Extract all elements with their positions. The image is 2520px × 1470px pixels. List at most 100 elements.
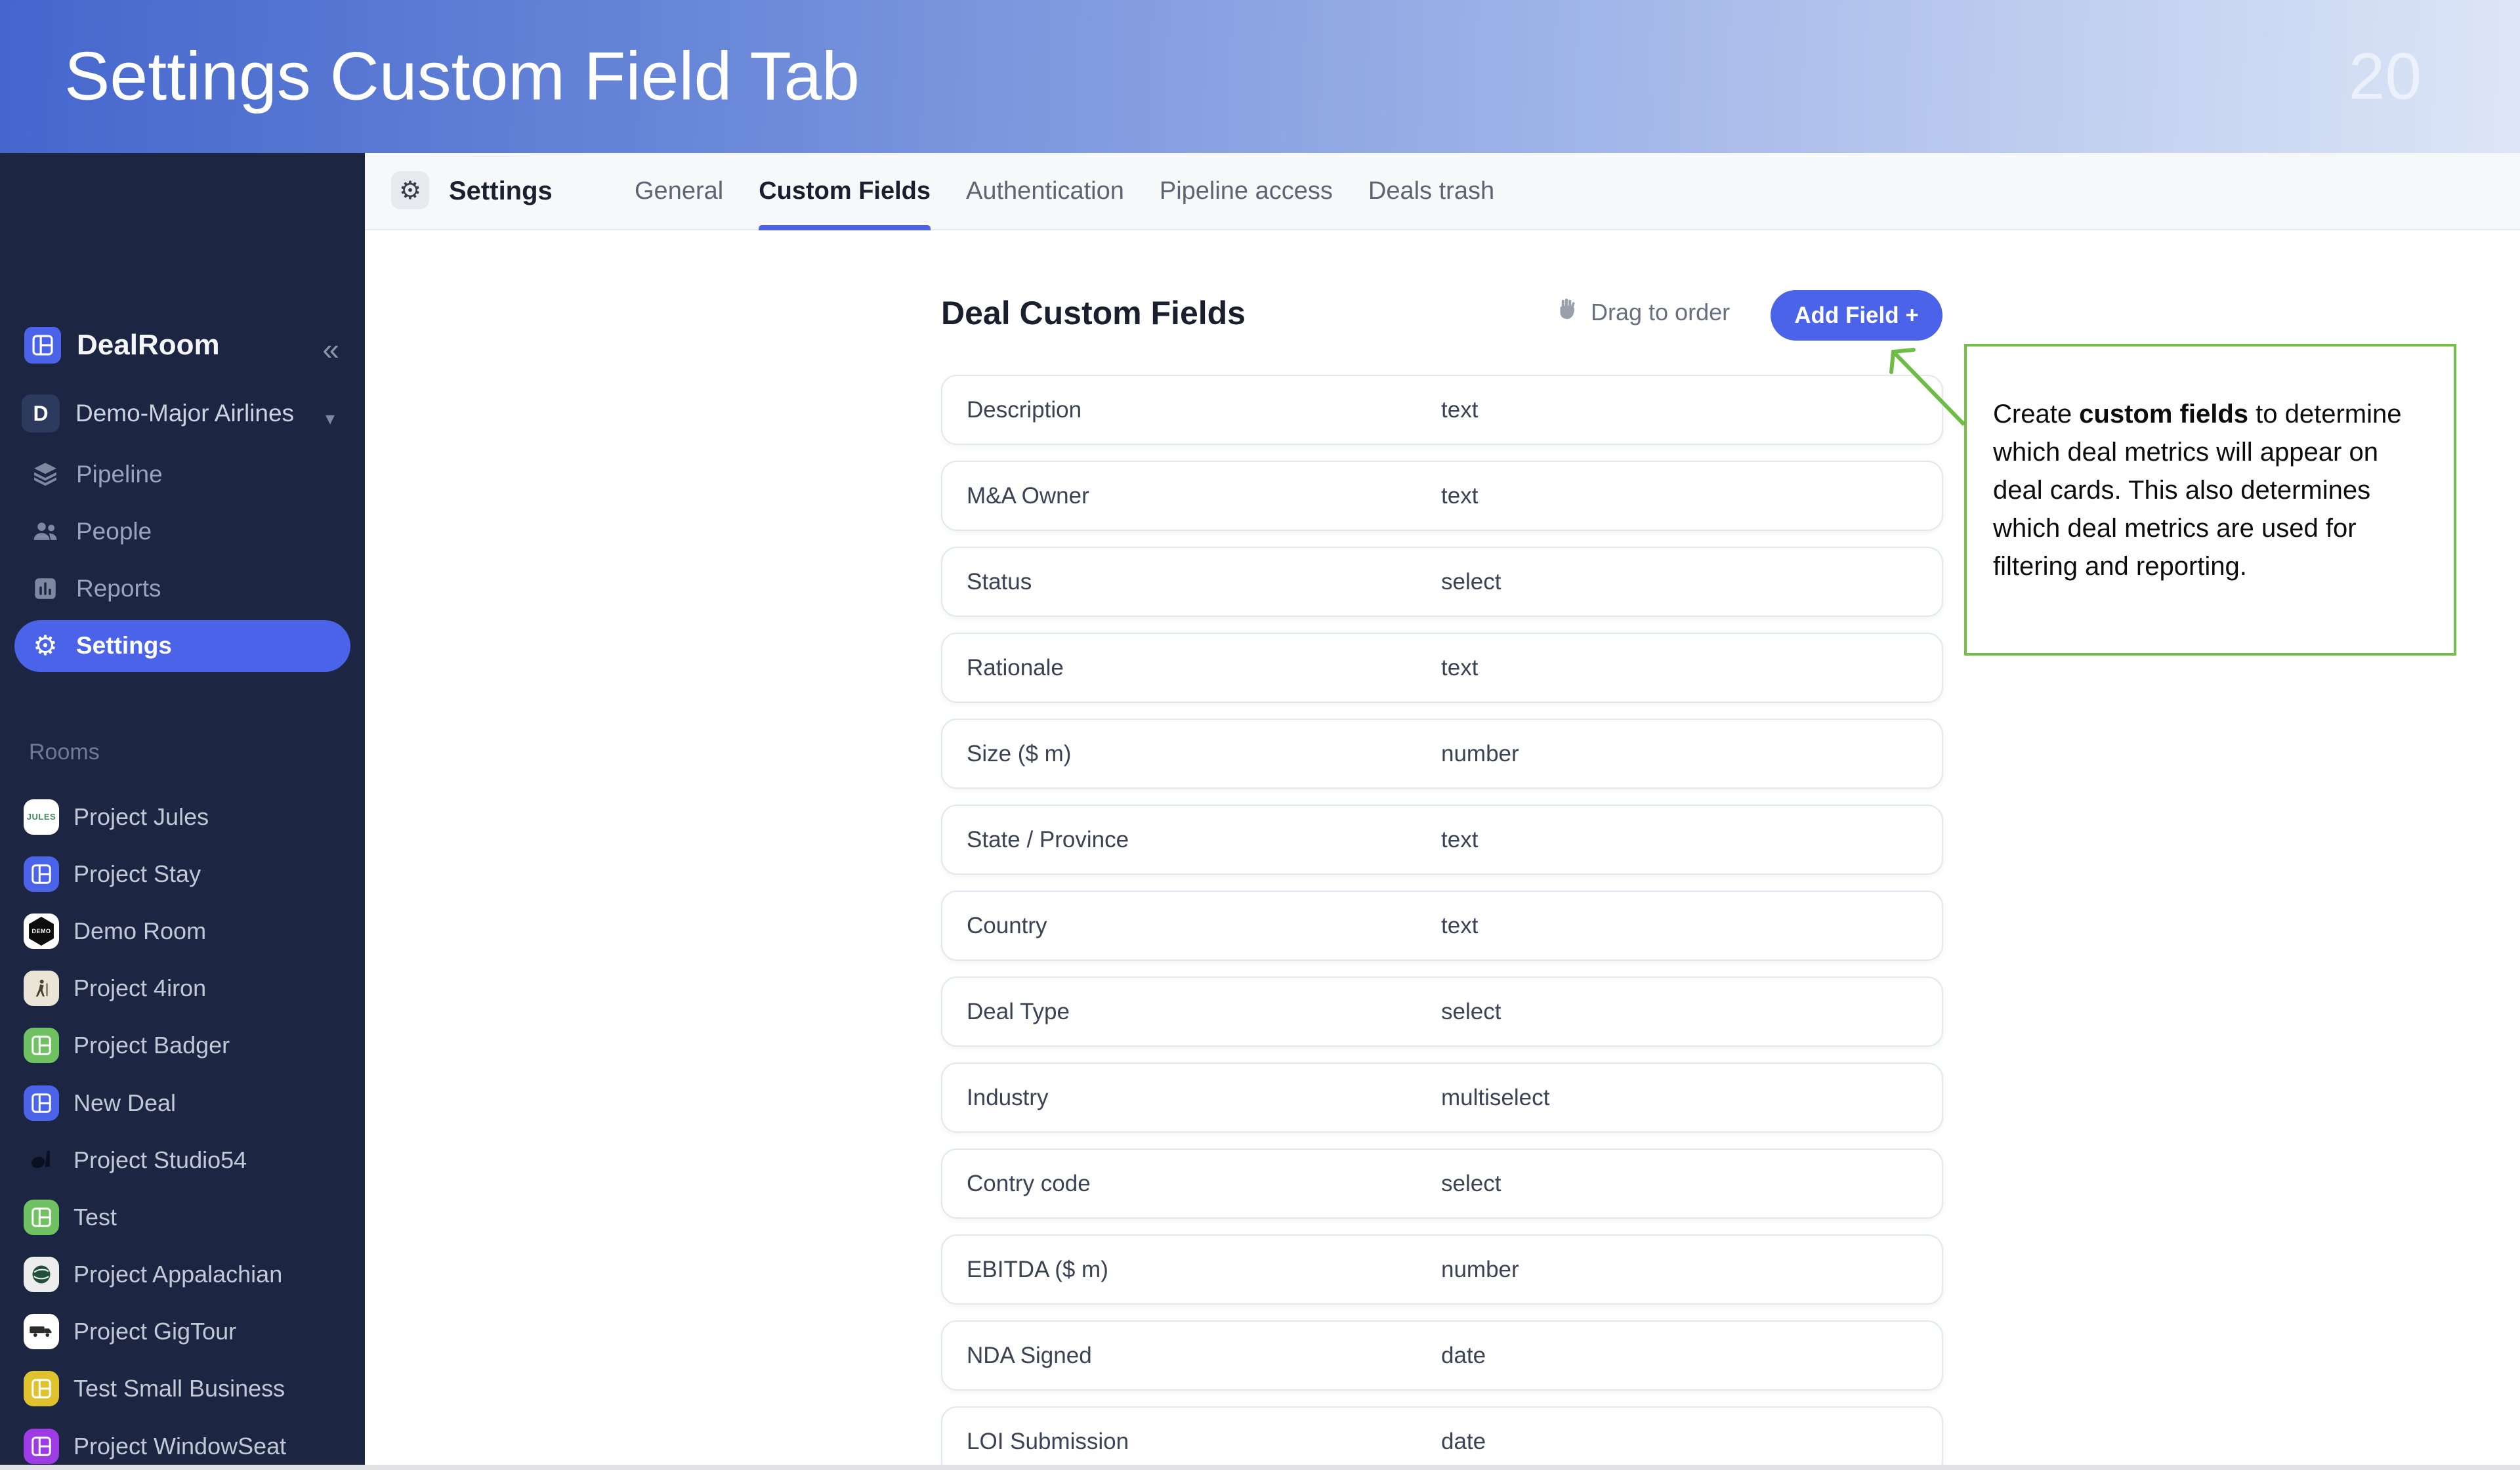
field-name: State / Province bbox=[942, 827, 1441, 853]
room-name: Project Stay bbox=[74, 860, 201, 888]
app-logo-row: DealRoom bbox=[24, 327, 220, 364]
field-name: Description bbox=[942, 397, 1441, 423]
field-type: text bbox=[1441, 913, 1478, 939]
chevron-down-icon[interactable]: ▾ bbox=[326, 408, 335, 429]
room-item[interactable]: DEMODemo Room bbox=[0, 902, 365, 959]
room-item[interactable]: Project Appalachian bbox=[0, 1246, 365, 1303]
field-name: Rationale bbox=[942, 655, 1441, 681]
field-type: text bbox=[1441, 827, 1478, 853]
page-title: Settings Custom Field Tab bbox=[64, 37, 860, 116]
field-name: EBITDA ($ m) bbox=[942, 1257, 1441, 1283]
custom-field-row[interactable]: Rationaletext bbox=[941, 633, 1943, 703]
custom-field-row[interactable]: Size ($ m)number bbox=[941, 719, 1943, 789]
field-type: select bbox=[1441, 999, 1501, 1025]
room-item[interactable]: Project 4iron bbox=[0, 960, 365, 1017]
custom-field-row[interactable]: NDA Signeddate bbox=[941, 1320, 1943, 1391]
primary-nav: Pipeline People Reports⚙Settings bbox=[0, 446, 365, 675]
tab-deals-trash[interactable]: Deals trash bbox=[1368, 153, 1494, 229]
room-name: Project 4iron bbox=[74, 975, 206, 1002]
demo-hexagon-logo: DEMO bbox=[24, 914, 59, 949]
custom-field-row[interactable]: Contry codeselect bbox=[941, 1148, 1943, 1219]
bar-chart-icon bbox=[30, 575, 60, 602]
gear-icon: ⚙ bbox=[399, 178, 421, 203]
room-item[interactable]: Project Stay bbox=[0, 845, 365, 902]
field-type: number bbox=[1441, 1257, 1519, 1283]
window-pane-icon bbox=[24, 856, 59, 892]
annotation-text: Create bbox=[1993, 400, 2079, 429]
tab-custom-fields[interactable]: Custom Fields bbox=[759, 153, 931, 229]
van-logo bbox=[24, 1314, 59, 1349]
room-name: Project Jules bbox=[74, 803, 209, 831]
custom-field-row[interactable]: Industrymultiselect bbox=[941, 1062, 1943, 1133]
room-name: Project GigTour bbox=[74, 1318, 236, 1345]
golfer-logo bbox=[24, 971, 59, 1006]
room-item[interactable]: New Deal bbox=[0, 1074, 365, 1131]
people-icon bbox=[30, 517, 60, 546]
field-type: select bbox=[1441, 569, 1501, 595]
room-name: Project WindowSeat bbox=[74, 1433, 286, 1460]
room-name: Test bbox=[74, 1204, 117, 1231]
studio54-logo bbox=[24, 1143, 59, 1178]
room-item[interactable]: Project Badger bbox=[0, 1017, 365, 1074]
room-item[interactable]: Test bbox=[0, 1188, 365, 1246]
tab-authentication[interactable]: Authentication bbox=[966, 153, 1124, 229]
room-item[interactable]: Test Small Business bbox=[0, 1360, 365, 1418]
deal-custom-fields-title: Deal Custom Fields bbox=[941, 294, 1246, 332]
field-name: Contry code bbox=[942, 1171, 1441, 1197]
custom-field-row[interactable]: Deal Typeselect bbox=[941, 976, 1943, 1047]
field-name: Deal Type bbox=[942, 999, 1441, 1025]
layers-icon bbox=[30, 460, 60, 489]
custom-field-row[interactable]: Statusselect bbox=[941, 547, 1943, 617]
hand-icon bbox=[1554, 297, 1579, 327]
field-name: NDA Signed bbox=[942, 1343, 1441, 1369]
field-name: Country bbox=[942, 913, 1441, 939]
field-type: multiselect bbox=[1441, 1085, 1549, 1111]
tab-general[interactable]: General bbox=[635, 153, 723, 229]
window-pane-icon bbox=[24, 1085, 59, 1121]
slide-banner: Settings Custom Field Tab 20 bbox=[0, 0, 2520, 153]
sidebar-item-pipeline[interactable]: Pipeline bbox=[0, 446, 365, 503]
tab-pipeline-access[interactable]: Pipeline access bbox=[1160, 153, 1333, 229]
sidebar-item-label: People bbox=[76, 518, 152, 545]
globe-logo bbox=[24, 1257, 59, 1292]
app-name: DealRoom bbox=[77, 329, 220, 362]
sidebar-item-settings[interactable]: ⚙Settings bbox=[0, 618, 365, 675]
room-item[interactable]: Project WindowSeat bbox=[0, 1418, 365, 1470]
sidebar: DealRoom « D Demo-Major Airlines ▾ Pipel… bbox=[0, 153, 365, 1470]
window-pane-icon bbox=[24, 1200, 59, 1235]
sidebar-item-people[interactable]: People bbox=[0, 503, 365, 560]
settings-tabs: General Custom Fields Authentication Pipeli… bbox=[635, 153, 1494, 229]
dealroom-logo bbox=[24, 327, 61, 364]
org-name: Demo-Major Airlines bbox=[75, 400, 294, 427]
window-bottom-edge bbox=[0, 1465, 2520, 1470]
room-item[interactable]: JULESProject Jules bbox=[0, 788, 365, 845]
annotation-bold-text: custom fields bbox=[2079, 400, 2248, 429]
window-pane-icon bbox=[24, 1028, 59, 1063]
org-switcher[interactable]: D Demo-Major Airlines bbox=[22, 394, 294, 432]
app-window: Settings Custom Field Tab 20 DealRoom « … bbox=[0, 0, 2520, 1470]
room-item[interactable]: Project GigTour bbox=[0, 1303, 365, 1360]
gear-icon: ⚙ bbox=[30, 632, 60, 660]
field-type: number bbox=[1441, 741, 1519, 767]
room-name: Project Appalachian bbox=[74, 1261, 282, 1288]
custom-field-row[interactable]: Descriptiontext bbox=[941, 375, 1943, 445]
settings-gear-chip: ⚙ bbox=[391, 171, 429, 209]
field-type: text bbox=[1441, 483, 1478, 509]
field-name: Size ($ m) bbox=[942, 741, 1441, 767]
custom-field-row[interactable]: LOI Submissiondate bbox=[941, 1406, 1943, 1470]
custom-field-row[interactable]: Countrytext bbox=[941, 891, 1943, 961]
annotation-note: Create custom fields to determine which … bbox=[1964, 344, 2456, 656]
field-type: date bbox=[1441, 1429, 1486, 1455]
custom-field-row[interactable]: State / Provincetext bbox=[941, 805, 1943, 875]
room-name: Test Small Business bbox=[74, 1375, 285, 1402]
collapse-sidebar-icon[interactable]: « bbox=[322, 331, 337, 367]
room-item[interactable]: Project Studio54 bbox=[0, 1131, 365, 1188]
field-type: text bbox=[1441, 655, 1478, 681]
sidebar-item-reports[interactable]: Reports bbox=[0, 560, 365, 617]
field-name: Status bbox=[942, 569, 1441, 595]
custom-field-row[interactable]: EBITDA ($ m)number bbox=[941, 1234, 1943, 1305]
custom-field-row[interactable]: M&A Ownertext bbox=[941, 461, 1943, 531]
field-name: M&A Owner bbox=[942, 483, 1441, 509]
window-pane-icon bbox=[24, 1429, 59, 1464]
field-type: select bbox=[1441, 1171, 1501, 1197]
